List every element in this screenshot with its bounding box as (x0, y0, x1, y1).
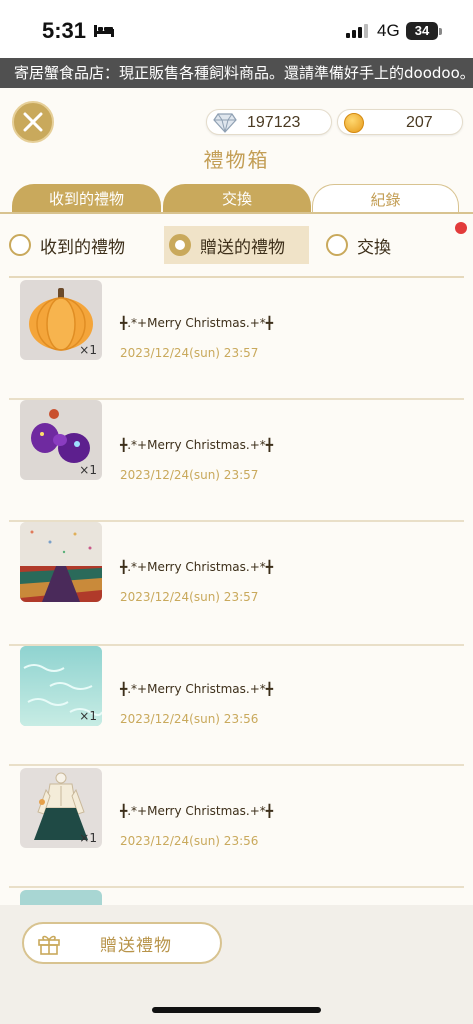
gift-timestamp: 2023/12/24(sun) 23:56 (120, 834, 259, 848)
tab-exchange[interactable]: 交換 (163, 184, 311, 214)
sea-water-image: ×1 (20, 646, 102, 726)
tab-received[interactable]: 收到的禮物 (12, 184, 161, 214)
pumpkin-image: ×1 (20, 280, 102, 360)
filter-label: 收到的禮物 (40, 237, 125, 258)
filter-radio-group: 收到的禮物 贈送的禮物 交換 (0, 226, 473, 264)
quantity-label: ×1 (79, 709, 97, 723)
tab-history[interactable]: 紀錄 (312, 184, 459, 214)
send-gift-button[interactable]: 贈送禮物 (22, 922, 222, 964)
list-item[interactable]: ×1 ╋.*+Merry Christmas.+*╋ 2023/12/24(su… (0, 766, 473, 888)
coin-count: 207 (406, 114, 433, 131)
announcement-marquee: 寄居蟹食品店：現正販售各種飼料商品。還請準備好手上的doodoo。 (0, 58, 473, 88)
home-indicator[interactable] (152, 1007, 321, 1013)
close-button[interactable] (12, 101, 54, 143)
page-title: 禮物箱 (203, 148, 270, 172)
gift-timestamp: 2023/12/24(sun) 23:57 (120, 468, 259, 482)
gem-count: 197123 (247, 114, 301, 131)
list-item[interactable]: ×1 ╋.*+Merry Christmas.+*╋ 2023/12/24(su… (0, 380, 473, 522)
filter-label: 贈送的禮物 (200, 237, 285, 258)
radio-icon (9, 234, 31, 256)
coin-balance: 207 (337, 109, 463, 135)
list-item[interactable]: ×1 ╋.*+Merry Christmas.+*╋ 2023/12/24(su… (0, 644, 473, 766)
status-time: 5:31 (42, 18, 87, 43)
sleep-focus-icon (94, 25, 114, 37)
tab-bar: 收到的禮物 交換 紀錄 (0, 184, 473, 214)
filter-received[interactable]: 收到的禮物 (9, 226, 125, 264)
close-icon (23, 112, 43, 132)
gift-message: ╋.*+Merry Christmas.+*╋ (120, 560, 273, 574)
battery-tip (439, 28, 442, 35)
gift-timestamp: 2023/12/24(sun) 23:57 (120, 590, 259, 604)
purple-flower-image: ×1 (20, 400, 102, 480)
send-gift-label: 贈送禮物 (100, 935, 172, 956)
status-bar: 5:31 4G 34 (0, 0, 473, 58)
starry-landscape-image (20, 522, 102, 602)
list-item[interactable]: ╋.*+Merry Christmas.+*╋ 2023/12/24(sun) … (0, 522, 473, 646)
radio-icon (326, 234, 348, 256)
dress-image: ×1 (20, 768, 102, 848)
filter-sent[interactable]: 贈送的禮物 (164, 226, 309, 264)
quantity-label: ×1 (79, 343, 97, 357)
gift-message: ╋.*+Merry Christmas.+*╋ (120, 438, 273, 452)
gift-timestamp: 2023/12/24(sun) 23:57 (120, 346, 259, 360)
diamond-icon (213, 113, 237, 133)
network-type: 4G (377, 21, 400, 40)
tab-divider (0, 212, 473, 214)
coin-icon (344, 113, 364, 133)
radio-selected-icon (169, 234, 191, 256)
filter-label: 交換 (357, 237, 391, 258)
gift-history-list[interactable]: ×1 ╋.*+Merry Christmas.+*╋ 2023/12/24(su… (0, 278, 473, 908)
gift-icon (38, 935, 60, 955)
gift-message: ╋.*+Merry Christmas.+*╋ (120, 316, 273, 330)
quantity-label: ×1 (79, 831, 97, 845)
gift-message: ╋.*+Merry Christmas.+*╋ (120, 804, 273, 818)
filter-exchange[interactable]: 交換 (326, 226, 391, 264)
gift-timestamp: 2023/12/24(sun) 23:56 (120, 712, 259, 726)
quantity-label: ×1 (79, 463, 97, 477)
gift-message: ╋.*+Merry Christmas.+*╋ (120, 682, 273, 696)
battery-icon: 34 (406, 22, 438, 40)
gem-balance: 197123 (206, 109, 332, 135)
cellular-signal-icon (346, 24, 368, 38)
